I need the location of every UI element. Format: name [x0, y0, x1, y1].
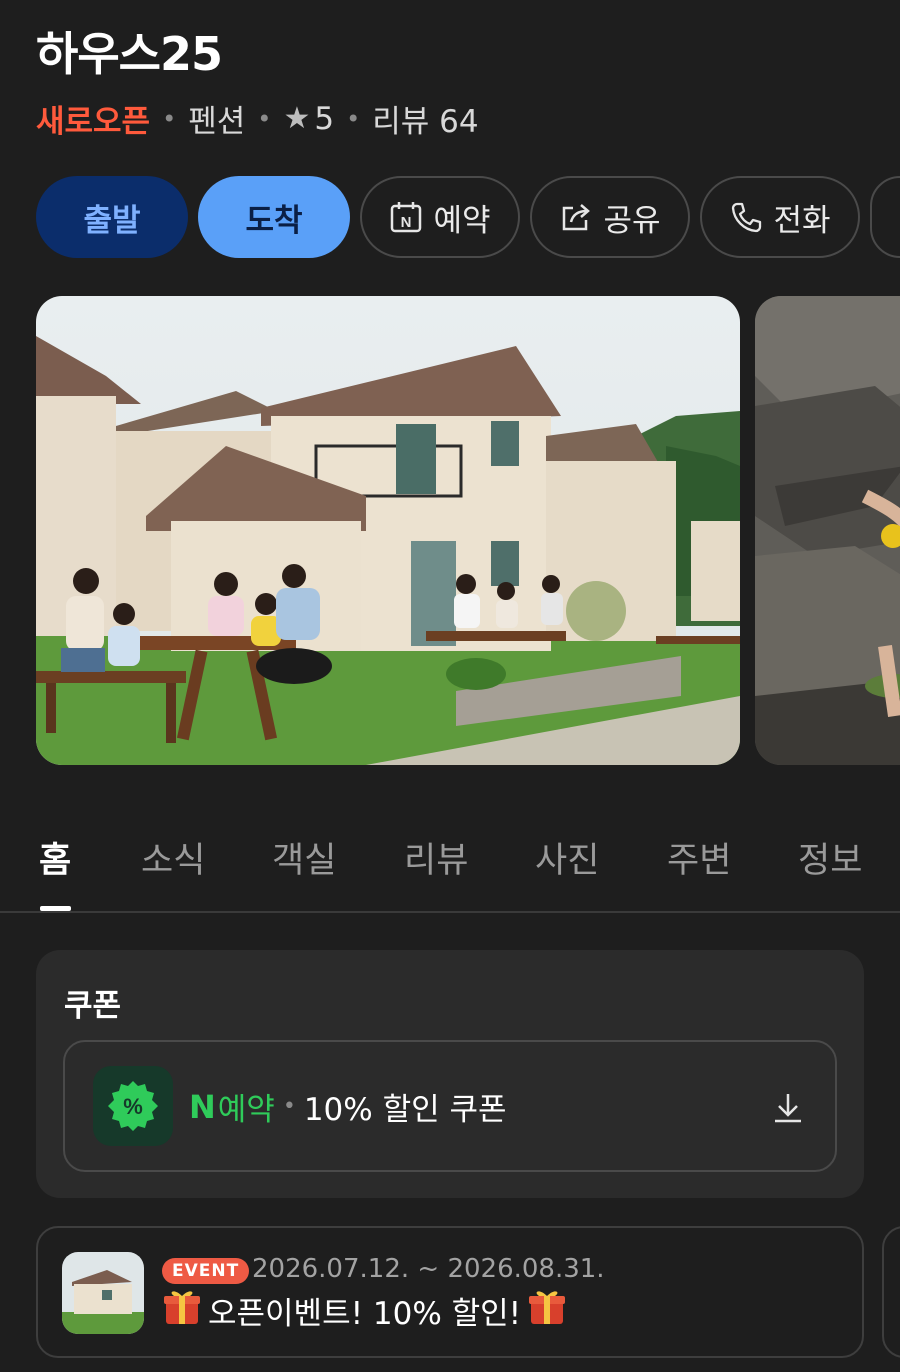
download-icon[interactable]: [771, 1090, 805, 1128]
gift-icon: [527, 1286, 567, 1334]
depart-button[interactable]: 출발: [36, 176, 188, 258]
tab-news[interactable]: 소식: [141, 832, 205, 883]
tab-photos[interactable]: 사진: [535, 832, 599, 883]
event-title-row: 오픈이벤트! 10% 할인!: [162, 1286, 567, 1334]
tab-bar: 홈 소식 객실 리뷰 사진 주변 정보: [0, 832, 900, 912]
separator-dot: •: [162, 104, 177, 133]
page-title: 하우스25: [36, 27, 223, 81]
next-event-card[interactable]: [882, 1226, 900, 1358]
star-icon: ★: [283, 101, 311, 136]
arrive-button[interactable]: 도착: [198, 176, 350, 258]
event-title: 오픈이벤트! 10% 할인!: [208, 1295, 522, 1332]
svg-text:N: N: [401, 214, 412, 231]
percent-badge-icon: %: [93, 1066, 173, 1146]
tabs-divider: [0, 911, 900, 913]
phone-icon: [729, 200, 763, 234]
event-card[interactable]: EVENT 2026.07.12. ~ 2026.08.31. 오픈이벤트! 1…: [36, 1226, 864, 1358]
new-open-badge: 새로오픈: [36, 104, 151, 140]
separator-dot: •: [346, 104, 361, 133]
pension-houses-photo: [36, 296, 740, 765]
action-bar: 출발 도착 N 예약 공유 전화: [36, 176, 900, 258]
gift-icon: [162, 1286, 202, 1334]
tab-rooms[interactable]: 객실: [272, 832, 336, 883]
coupon-item[interactable]: % N 예약 • 10% 할인 쿠폰: [63, 1040, 837, 1172]
separator-dot: •: [282, 1094, 296, 1119]
separator-dot: •: [257, 104, 272, 133]
tab-home[interactable]: 홈: [39, 832, 71, 883]
share-icon: [559, 200, 593, 234]
call-button[interactable]: 전화: [700, 176, 860, 258]
place-meta: 새로오픈 • 펜션 • ★ 5 • 리뷰 64: [36, 96, 479, 141]
svg-text:%: %: [123, 1094, 143, 1119]
calendar-n-icon: N: [389, 200, 423, 234]
event-date-range: 2026.07.12. ~ 2026.08.31.: [252, 1254, 605, 1284]
event-thumbnail: [62, 1252, 144, 1334]
review-count-link[interactable]: 리뷰 64: [372, 96, 478, 141]
naver-logo: N: [189, 1087, 216, 1126]
rock-stream-photo: [755, 296, 900, 765]
tab-reviews[interactable]: 리뷰: [404, 832, 468, 883]
event-badge: EVENT: [162, 1258, 250, 1284]
rating-value: 5: [314, 100, 335, 137]
coupon-section-title: 쿠폰: [64, 988, 122, 1024]
share-label: 공유: [603, 202, 661, 239]
coupon-description: 10% 할인 쿠폰: [303, 1092, 507, 1128]
depart-label: 출발: [83, 202, 141, 239]
reserve-label: 예약: [433, 202, 491, 239]
reserve-button[interactable]: N 예약: [360, 176, 520, 258]
coupon-text: N 예약 • 10% 할인 쿠폰: [189, 1084, 507, 1129]
main-photo[interactable]: [36, 296, 740, 765]
category-label: 펜션: [188, 104, 246, 140]
arrive-label: 도착: [245, 202, 303, 239]
naver-reservation-label: 예약: [217, 1092, 275, 1128]
share-button[interactable]: 공유: [530, 176, 690, 258]
tab-info[interactable]: 정보: [798, 832, 862, 883]
tab-nearby[interactable]: 주변: [667, 832, 731, 883]
call-label: 전화: [773, 202, 831, 239]
more-action-button[interactable]: [870, 176, 900, 258]
side-photo[interactable]: [755, 296, 900, 765]
coupon-section: 쿠폰 % N 예약 • 10% 할인 쿠폰: [36, 950, 864, 1198]
